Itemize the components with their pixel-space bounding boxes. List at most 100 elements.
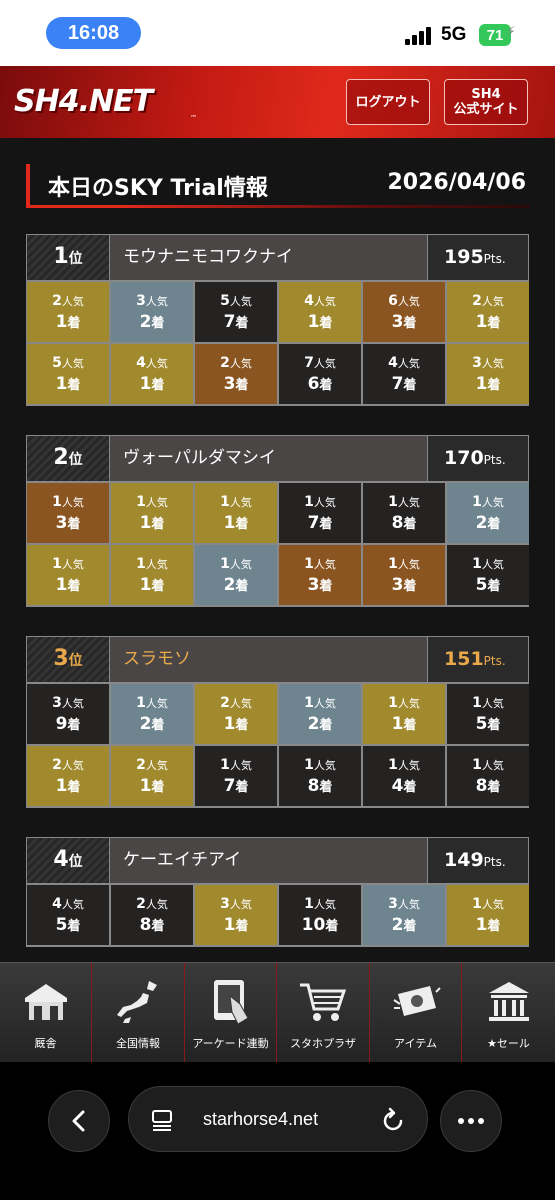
finish-suffix: 着	[403, 516, 417, 532]
finish: 7着	[224, 776, 249, 798]
popularity: 1人気	[304, 554, 336, 575]
race-result-cell: 2人気 1着	[195, 684, 277, 744]
reader-icon	[152, 1110, 172, 1131]
rank-position: 4位	[27, 838, 109, 883]
nav-item[interactable]: 厩舎	[0, 963, 92, 1063]
race-result-cell: 1人気 2着	[447, 483, 529, 543]
finish-suffix: 着	[151, 779, 165, 795]
popularity-value: 4	[136, 354, 146, 371]
reload-icon[interactable]	[381, 1107, 405, 1133]
finish-value: 5	[475, 574, 488, 595]
finish-value: 2	[139, 311, 152, 332]
finish-value: 1	[307, 311, 320, 332]
url-text: starhorse4.net	[203, 1109, 319, 1129]
rank-block: 4位 ケーエイチアイ 149Pts. 4人気 5着 2人気 8着 3人気 1着 …	[26, 837, 529, 947]
race-result-cell: 2人気 1着	[111, 746, 193, 806]
rank-block: 3位 スラモソ 151Pts. 3人気 9着 1人気 2着 2人気 1着 1人気…	[26, 636, 529, 808]
more-button[interactable]	[440, 1090, 502, 1152]
page-date: 2026/04/06	[387, 170, 526, 195]
popularity: 1人気	[472, 554, 504, 575]
finish-suffix: 着	[319, 516, 333, 532]
finish: 6着	[308, 374, 333, 396]
race-result-cell: 4人気 1着	[279, 282, 361, 342]
finish-value: 8	[475, 775, 488, 796]
finish-value: 3	[307, 574, 320, 595]
official-site-line2: 公式サイト	[453, 102, 519, 117]
chevron-left-icon	[72, 1110, 85, 1132]
finish-suffix: 着	[319, 779, 333, 795]
rank-number: 4	[53, 847, 69, 872]
finish: 1着	[476, 915, 501, 937]
points-value: 151	[444, 648, 484, 670]
popularity-value: 3	[220, 895, 230, 912]
finish-suffix: 着	[151, 516, 165, 532]
site-logo[interactable]: SH4.NET	[14, 84, 153, 119]
rank-number: 3	[53, 646, 69, 671]
finish: 2着	[476, 513, 501, 535]
popularity-value: 1	[472, 694, 482, 711]
japan-map-icon	[111, 977, 165, 1027]
popularity-suffix: 人気	[145, 557, 168, 571]
popularity-suffix: 人気	[397, 356, 420, 370]
nav-item[interactable]: ★セール	[463, 963, 555, 1063]
finish-value: 5	[55, 914, 68, 935]
race-result-cell: 3人気 1着	[447, 344, 529, 404]
finish: 1着	[56, 374, 81, 396]
finish-suffix: 着	[235, 779, 249, 795]
popularity: 1人気	[136, 554, 168, 575]
finish: 4着	[392, 776, 417, 798]
popularity: 1人気	[472, 755, 504, 776]
popularity: 1人気	[136, 492, 168, 513]
finish: 8着	[308, 776, 333, 798]
race-result-cell: 4人気 1着	[111, 344, 193, 404]
back-button[interactable]	[48, 1090, 110, 1152]
status-time: 16:08	[46, 17, 141, 49]
race-result-cell: 1人気 8着	[363, 483, 445, 543]
nav-item[interactable]: アーケード連動	[185, 963, 277, 1063]
points: 149Pts.	[428, 838, 528, 883]
popularity: 3人気	[220, 894, 252, 915]
race-result-cell: 1人気 2着	[279, 684, 361, 744]
nav-item[interactable]: スタホプラザ	[278, 963, 370, 1063]
race-result-cell: 1人気 7着	[195, 746, 277, 806]
popularity-suffix: 人気	[481, 897, 504, 911]
popularity-suffix: 人気	[229, 557, 252, 571]
finish-value: 4	[391, 775, 404, 796]
popularity-suffix: 人気	[313, 897, 336, 911]
points: 170Pts.	[428, 436, 528, 481]
official-site-line1: SH4	[471, 87, 501, 102]
popularity-value: 2	[136, 756, 146, 773]
horse-name[interactable]: ヴォーパルダマシイ	[110, 436, 427, 481]
popularity-value: 2	[136, 895, 146, 912]
finish-value: 1	[139, 373, 152, 394]
nav-item[interactable]: 全国情報	[93, 963, 185, 1063]
popularity: 1人気	[388, 554, 420, 575]
popularity-value: 1	[136, 493, 146, 510]
popularity-suffix: 人気	[313, 294, 336, 308]
nav-item[interactable]: アイテム	[370, 963, 462, 1063]
popularity-suffix: 人気	[481, 696, 504, 710]
finish-value: 2	[139, 713, 152, 734]
finish-suffix: 着	[487, 315, 501, 331]
popularity: 2人気	[136, 894, 168, 915]
finish: 1着	[224, 513, 249, 535]
popularity-suffix: 人気	[61, 557, 84, 571]
finish: 1着	[140, 374, 165, 396]
rank-position: 1位	[27, 235, 109, 280]
address-bar[interactable]: starhorse4.net	[128, 1086, 428, 1152]
horse-name[interactable]: スラモソ	[110, 637, 427, 682]
finish-suffix: 着	[487, 918, 501, 934]
popularity-suffix: 人気	[481, 495, 504, 509]
race-result-cell: 1人気 5着	[447, 684, 529, 744]
finish-value: 1	[55, 311, 68, 332]
popularity-suffix: 人気	[481, 294, 504, 308]
signal-icon	[405, 25, 435, 45]
logout-button[interactable]: ログアウト	[346, 79, 430, 125]
horse-name[interactable]: モウナニモコワクナイ	[110, 235, 427, 280]
points: 195Pts.	[428, 235, 528, 280]
finish-suffix: 着	[151, 377, 165, 393]
horse-name[interactable]: ケーエイチアイ	[110, 838, 427, 883]
finish: 3着	[392, 312, 417, 334]
official-site-button[interactable]: SH4 公式サイト	[444, 79, 528, 125]
popularity-value: 1	[472, 756, 482, 773]
